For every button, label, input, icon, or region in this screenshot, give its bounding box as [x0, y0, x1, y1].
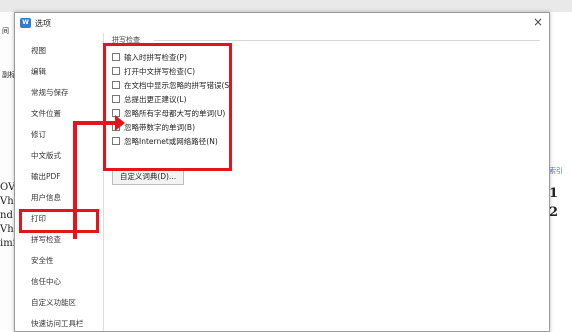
sidebar-item-general-save[interactable]: 常规与保存	[15, 81, 103, 101]
annotation-sidebar-box	[19, 209, 99, 233]
sidebar-item-label: 快速访问工具栏	[31, 319, 84, 328]
bg-fragment: 间	[2, 27, 9, 35]
annotation-arrow-shaft	[73, 121, 77, 239]
background-toolbar-strip	[0, 0, 572, 12]
dialog-title: 选项	[35, 19, 51, 28]
sidebar-item-security[interactable]: 安全性	[15, 249, 103, 269]
sidebar-item-label: 用户信息	[31, 193, 61, 202]
sidebar-item-trust-center[interactable]: 信任中心	[15, 270, 103, 290]
bg-fragment: nd	[0, 210, 13, 221]
annotation-options-box	[103, 43, 232, 171]
sidebar-item-label: 文件位置	[31, 109, 61, 118]
sidebar-item-label: 编辑	[31, 67, 46, 76]
options-dialog: W 选项 × 视图 编辑 常规与保存 文件位置 修订 中文版式 输出PDF 用户…	[14, 12, 550, 332]
annotation-arrow-shaft	[73, 121, 117, 125]
sidebar-item-label: 信任中心	[31, 277, 61, 286]
options-sidebar: 视图 编辑 常规与保存 文件位置 修订 中文版式 输出PDF 用户信息 打印 拼…	[15, 33, 104, 331]
sidebar-item-label: 安全性	[31, 256, 54, 265]
dialog-titlebar: W 选项 ×	[15, 13, 549, 33]
sidebar-item-user-info[interactable]: 用户信息	[15, 186, 103, 206]
sidebar-item-label: 常规与保存	[31, 88, 69, 97]
sidebar-item-label: 修订	[31, 130, 46, 139]
sidebar-item-label: 拼写检查	[31, 235, 61, 244]
sidebar-item-customize-ribbon[interactable]: 自定义功能区	[15, 291, 103, 311]
sidebar-item-label: 自定义功能区	[31, 298, 76, 307]
sidebar-item-file-location[interactable]: 文件位置	[15, 102, 103, 122]
arrow-right-icon	[115, 115, 125, 131]
bg-fragment: 索引	[549, 167, 563, 175]
close-icon[interactable]: ×	[531, 15, 545, 29]
bg-fragment: OV	[0, 182, 16, 193]
bg-fragment: 2	[549, 205, 559, 220]
sidebar-item-chinese-layout[interactable]: 中文版式	[15, 144, 103, 164]
sidebar-item-label: 中文版式	[31, 151, 61, 160]
sidebar-item-label: 视图	[31, 46, 46, 55]
bg-fragment: 1	[549, 186, 559, 201]
sidebar-item-edit[interactable]: 编辑	[15, 60, 103, 80]
sidebar-item-view[interactable]: 视图	[15, 39, 103, 59]
sidebar-item-export-pdf[interactable]: 输出PDF	[15, 165, 103, 185]
app-icon: W	[20, 18, 31, 28]
sidebar-item-revision[interactable]: 修订	[15, 123, 103, 143]
sidebar-item-label: 输出PDF	[31, 172, 61, 181]
sidebar-item-quick-access-toolbar[interactable]: 快速访问工具栏	[15, 312, 103, 332]
custom-dictionary-button[interactable]: 自定义词典(D)...	[112, 169, 184, 185]
background-left-panel	[0, 12, 14, 330]
group-divider	[154, 40, 540, 41]
